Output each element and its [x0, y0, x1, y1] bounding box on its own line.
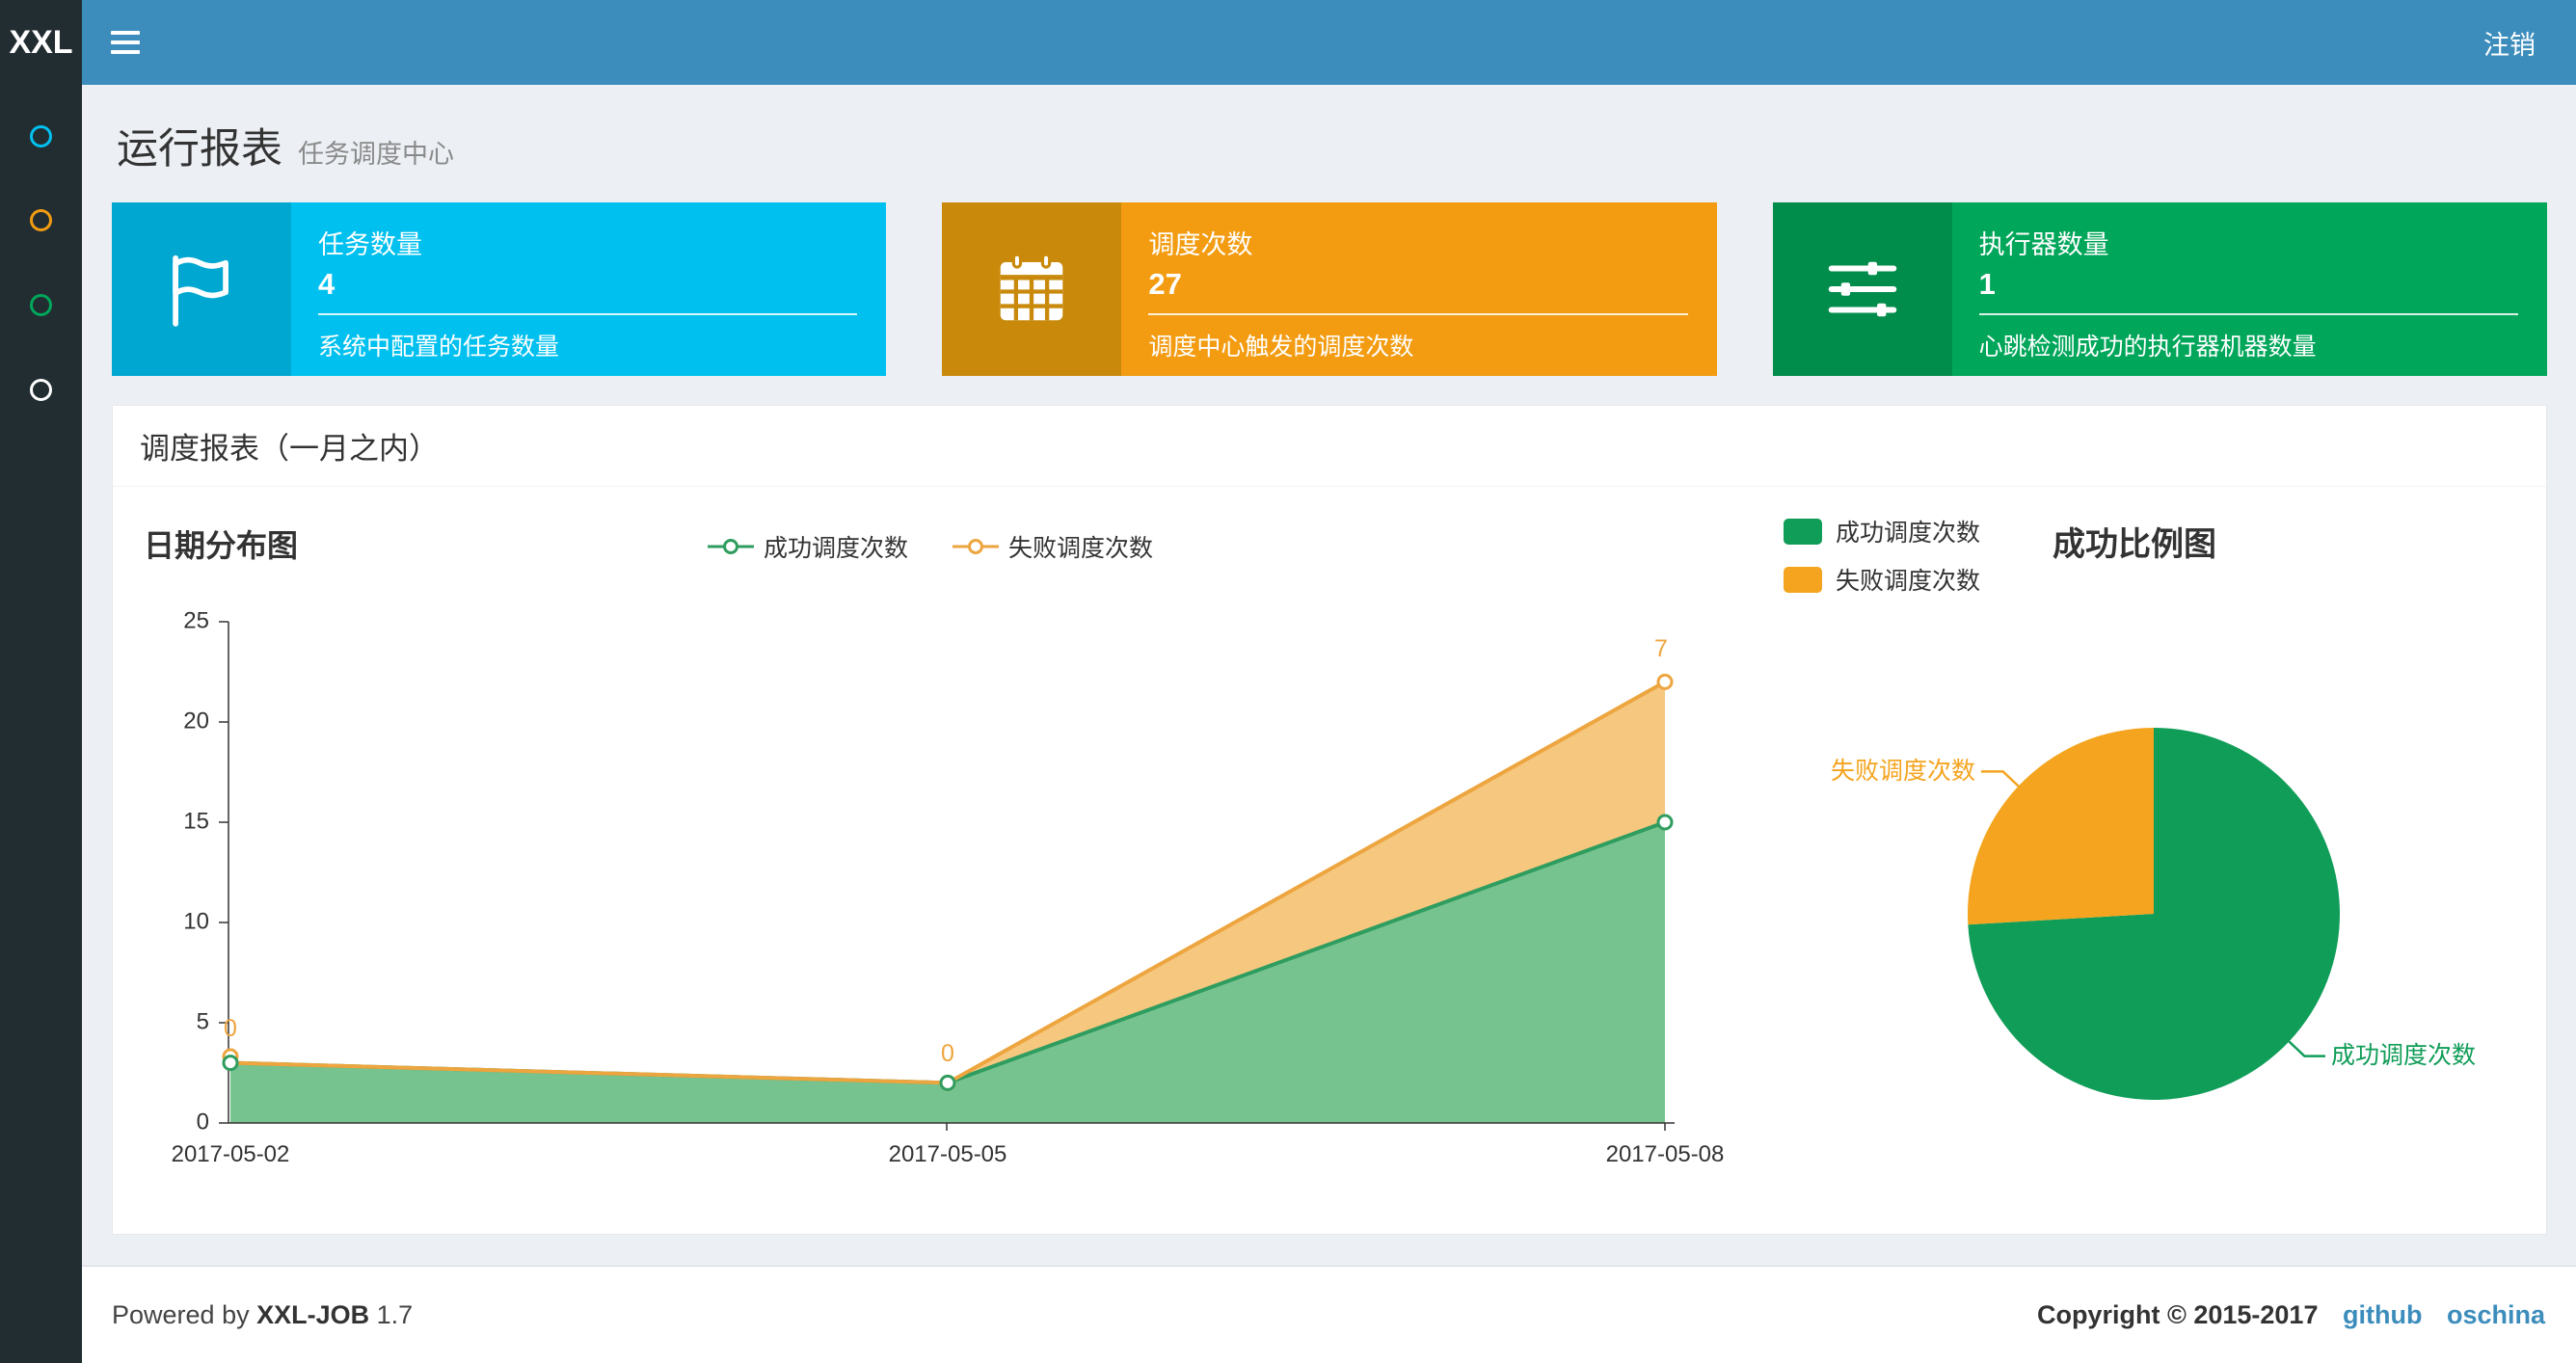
info-box-executor-count: 执行器数量 1 心跳检测成功的执行器机器数量 — [1772, 202, 2547, 376]
info-box-text: 调度次数 27 调度中心触发的调度次数 — [1121, 202, 1716, 376]
info-box-row: 任务数量 4 系统中配置的任务数量 调度次数 27 调度中心触发的调度次数 执行… — [112, 202, 2547, 376]
content-header: 运行报表 任务调度中心 — [112, 85, 2547, 202]
page-subtitle: 任务调度中心 — [298, 140, 454, 169]
sidebar — [0, 85, 82, 1363]
pie-labelline-fail — [1981, 770, 2020, 788]
main-content: 运行报表 任务调度中心 任务数量 4 系统中配置的任务数量 调度次数 27 调度… — [82, 85, 2576, 1266]
powered-by: Powered by XXL-JOB 1.7 — [112, 1300, 413, 1330]
info-box-desc: 调度中心触发的调度次数 — [1148, 334, 1414, 361]
pie-chart-legend: 成功调度次数 失败调度次数 — [1784, 514, 1980, 610]
circle-icon — [30, 124, 52, 147]
circle-icon — [30, 293, 52, 316]
calendar-icon — [942, 202, 1122, 376]
pie-label-success: 成功调度次数 — [2331, 1042, 2476, 1069]
y-tick-label: 20 — [183, 708, 209, 734]
hamburger-icon — [111, 40, 140, 44]
legend-marker-success — [708, 539, 754, 554]
product-name: XXL-JOB — [256, 1299, 370, 1329]
footer: Powered by XXL-JOB 1.7 Copyright © 2015-… — [82, 1266, 2576, 1363]
footer-right: Copyright © 2015-2017 github oschina — [2037, 1300, 2545, 1330]
legend-label: 成功调度次数 — [764, 535, 909, 562]
legend-label: 成功调度次数 — [1836, 520, 1981, 547]
product-version: 1.7 — [376, 1299, 414, 1329]
info-box-desc: 心跳检测成功的执行器机器数量 — [1978, 334, 2317, 361]
menu-toggle-button[interactable] — [82, 0, 169, 85]
sliders-icon — [1772, 202, 1952, 376]
y-tick-label: 10 — [183, 908, 209, 934]
pie-legend-item-fail[interactable]: 失败调度次数 — [1784, 562, 1980, 597]
pie-label-fail: 失败调度次数 — [1831, 758, 1975, 785]
info-box-text: 任务数量 4 系统中配置的任务数量 — [291, 202, 886, 376]
app-logo[interactable]: XXL — [0, 0, 82, 85]
powered-by-text: Powered by — [112, 1299, 250, 1329]
x-tick-label: 2017-05-02 — [172, 1141, 290, 1167]
info-box-value: 1 — [1978, 267, 1996, 301]
line-chart-legend: 成功调度次数 失败调度次数 — [708, 529, 1153, 564]
hamburger-icon — [111, 50, 140, 54]
logout-link[interactable]: 注销 — [2443, 0, 2576, 85]
panel-body: 日期分布图 成功调度次数 失败调度次数 成功调度次数 失败调度次数 成功比例图 … — [113, 487, 2546, 1234]
legend-item-success[interactable]: 成功调度次数 — [708, 529, 908, 564]
success-ratio-pie-chart: 失败调度次数 成功调度次数 — [1831, 728, 2476, 1100]
sidebar-item-1[interactable] — [0, 102, 82, 170]
info-box-value: 27 — [1148, 267, 1182, 301]
pie-chart-title: 成功比例图 — [2053, 526, 2216, 563]
pie-legend-item-success[interactable]: 成功调度次数 — [1784, 514, 1980, 548]
legend-swatch-success — [1784, 518, 1822, 545]
copyright-text: Copyright © 2015-2017 — [2036, 1299, 2319, 1329]
y-tick-label: 15 — [183, 808, 209, 834]
line-chart-title: 日期分布图 — [144, 528, 299, 563]
hamburger-icon — [111, 31, 140, 35]
flag-icon — [112, 202, 291, 376]
navbar: XXL 注销 — [0, 0, 2576, 85]
pie-slice-fail — [1968, 728, 2154, 925]
panel-title: 调度报表（一月之内） — [113, 406, 2546, 487]
pie-labelline-success — [2288, 1040, 2325, 1057]
page-title: 运行报表 — [117, 126, 282, 173]
point-label-fail: 0 — [224, 1015, 237, 1042]
info-box-trigger-count: 调度次数 27 调度中心触发的调度次数 — [942, 202, 1717, 376]
legend-swatch-fail — [1784, 566, 1822, 593]
point-label-fail: 7 — [1654, 635, 1668, 662]
x-tick-label: 2017-05-05 — [889, 1141, 1007, 1167]
legend-label: 失败调度次数 — [1836, 568, 1981, 595]
sidebar-item-3[interactable] — [0, 271, 82, 338]
info-box-divider — [318, 313, 858, 315]
point-label-fail: 0 — [941, 1040, 954, 1067]
oschina-link[interactable]: oschina — [2447, 1300, 2545, 1329]
info-box-text: 执行器数量 1 心跳检测成功的执行器机器数量 — [1952, 202, 2547, 376]
info-box-title: 调度次数 — [1148, 230, 1253, 259]
y-tick-label: 25 — [183, 607, 209, 633]
x-tick-label: 2017-05-08 — [1606, 1141, 1725, 1167]
info-box-divider — [1148, 313, 1688, 315]
sidebar-item-4[interactable] — [0, 356, 82, 423]
circle-icon — [30, 208, 52, 231]
circle-icon — [30, 378, 52, 401]
info-box-title: 任务数量 — [318, 230, 422, 259]
info-box-task-count: 任务数量 4 系统中配置的任务数量 — [112, 202, 887, 376]
report-panel: 调度报表（一月之内） 日期分布图 成功调度次数 失败调度次数 成功调度次数 失败… — [112, 405, 2547, 1235]
info-box-divider — [1978, 313, 2518, 315]
date-distribution-chart: 25 20 15 10 5 0 2017-05-02 2017-05-05 20… — [172, 607, 1725, 1167]
legend-marker-fail — [953, 539, 1000, 554]
legend-item-fail[interactable]: 失败调度次数 — [953, 529, 1153, 564]
y-tick-label: 0 — [197, 1109, 209, 1135]
info-box-title: 执行器数量 — [1978, 230, 2109, 259]
y-tick-label: 5 — [197, 1008, 209, 1034]
info-box-desc: 系统中配置的任务数量 — [318, 334, 560, 361]
info-box-value: 4 — [318, 267, 335, 301]
legend-label: 失败调度次数 — [1008, 535, 1154, 562]
sidebar-item-2[interactable] — [0, 186, 82, 254]
github-link[interactable]: github — [2343, 1300, 2422, 1329]
